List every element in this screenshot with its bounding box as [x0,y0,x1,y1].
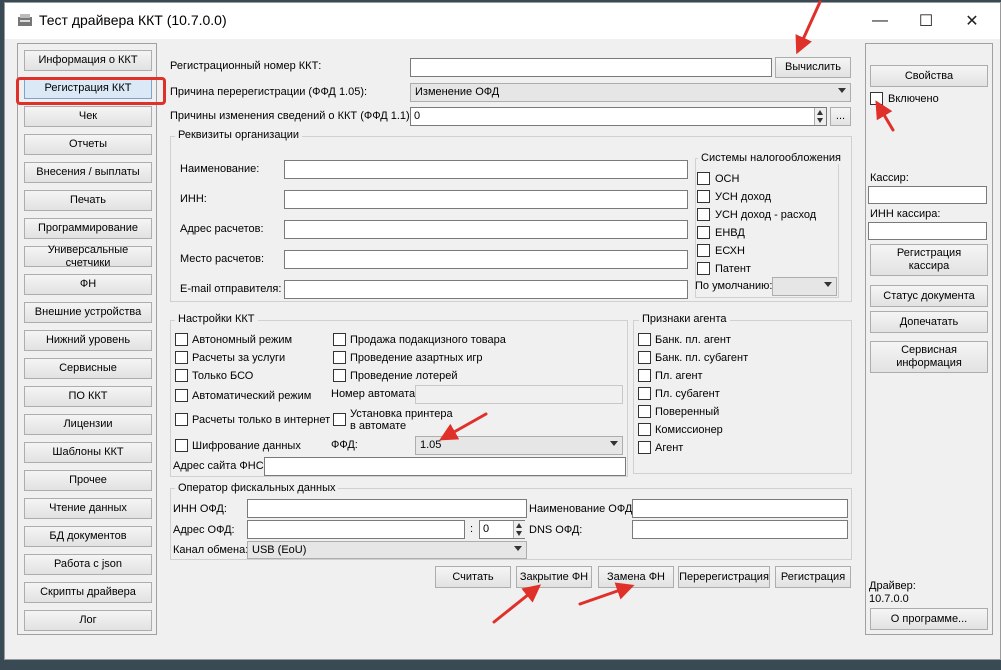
annotation-arrows-icon [439,0,895,624]
